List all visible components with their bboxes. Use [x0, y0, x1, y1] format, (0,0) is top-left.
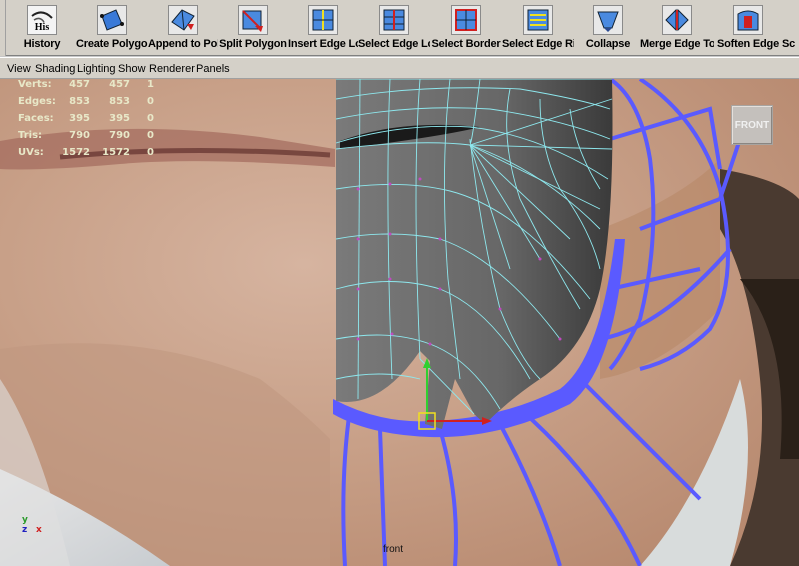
- soften-edge-button[interactable]: Soften Edge: [714, 2, 782, 54]
- axis-x-label: x: [36, 525, 42, 535]
- hud-uvs-selected: 1572: [102, 147, 130, 158]
- axis-z-label: z: [22, 525, 28, 535]
- select-border-icon: [451, 5, 481, 35]
- select-edge-ring-button[interactable]: Select Edge Ring: [502, 2, 574, 54]
- menu-show[interactable]: Show: [118, 63, 146, 75]
- axis-indicator: y z x: [20, 515, 50, 545]
- hud-tris-label: Tris:: [18, 130, 43, 141]
- view-cube-front[interactable]: FRONT: [731, 105, 773, 145]
- select-border-button[interactable]: Select Border: [430, 2, 502, 54]
- hud-faces-label: Faces:: [18, 113, 54, 124]
- hud-edges-value: 853: [69, 96, 90, 107]
- shelf-toolbar: His History Create Polygon Append to Pol…: [0, 0, 799, 56]
- select-edge-loop-icon: [379, 5, 409, 35]
- merge-edge-icon: [662, 5, 692, 35]
- create-polygon-icon: [97, 5, 127, 35]
- hud-tris-components: 0: [147, 130, 154, 141]
- create-polygon-button[interactable]: Create Polygon: [76, 2, 148, 54]
- history-icon: His: [27, 5, 57, 35]
- append-polygon-icon: [168, 5, 198, 35]
- hud-verts-value: 457: [69, 79, 90, 90]
- hud-edges-components: 0: [147, 96, 154, 107]
- split-polygon-button[interactable]: Split Polygon: [218, 2, 288, 54]
- collapse-icon: [593, 5, 623, 35]
- hud-tris-selected: 790: [109, 130, 130, 141]
- insert-edge-loop-button[interactable]: Insert Edge Loop: [288, 2, 358, 54]
- history-button[interactable]: His History: [9, 2, 75, 54]
- scale-button[interactable]: Sc: [782, 2, 799, 54]
- menu-lighting[interactable]: Lighting: [77, 63, 116, 75]
- viewport-front[interactable]: Verts: 457 457 1 Edges: 853 853 0 Faces:…: [0, 79, 799, 566]
- merge-edge-tool-button[interactable]: Merge Edge Tool: [640, 2, 714, 54]
- hud-uvs-value: 1572: [62, 147, 90, 158]
- camera-name-label: front: [383, 544, 404, 555]
- hud-faces-value: 395: [69, 113, 90, 124]
- hud-faces-selected: 395: [109, 113, 130, 124]
- select-edge-ring-icon: [523, 5, 553, 35]
- menu-panels[interactable]: Panels: [196, 63, 230, 75]
- select-edge-loop-button[interactable]: Select Edge Loop: [358, 2, 430, 54]
- insert-edge-loop-icon: [308, 5, 338, 35]
- append-to-polygon-button[interactable]: Append to Polygon: [148, 2, 218, 54]
- menu-renderer[interactable]: Renderer: [149, 63, 195, 75]
- shelf-grip[interactable]: [0, 0, 6, 56]
- hud-verts-selected: 457: [109, 79, 130, 90]
- hud-edges-label: Edges:: [18, 96, 56, 107]
- hud-tris-value: 790: [69, 130, 90, 141]
- menu-shading[interactable]: Shading: [35, 63, 75, 75]
- hud-faces-components: 0: [147, 113, 154, 124]
- axis-y-label: y: [22, 515, 28, 525]
- collapse-button[interactable]: Collapse: [576, 2, 640, 54]
- split-polygon-icon: [238, 5, 268, 35]
- hud-verts-components: 1: [147, 79, 154, 90]
- hud-uvs-components: 0: [147, 147, 154, 158]
- hud-edges-selected: 853: [109, 96, 130, 107]
- menu-view[interactable]: View: [7, 63, 31, 75]
- hud-uvs-label: UVs:: [18, 147, 44, 158]
- soften-edge-icon: [733, 5, 763, 35]
- hud-verts-label: Verts:: [18, 79, 52, 90]
- panel-menu-bar: View Shading Lighting Show Renderer Pane…: [0, 57, 799, 79]
